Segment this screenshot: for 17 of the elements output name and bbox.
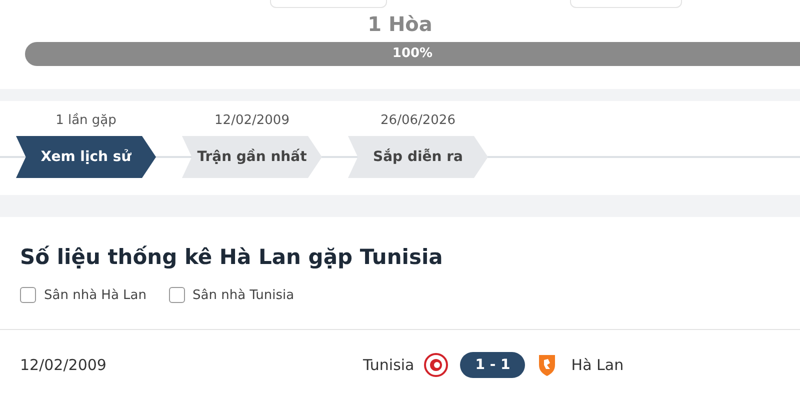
step-tab[interactable]: Sắp diễn ra <box>348 136 488 178</box>
step-caption: 1 lần gặp <box>56 113 116 128</box>
match-date: 12/02/2009 <box>20 356 108 374</box>
match-score: 1 - 1 <box>460 352 526 378</box>
step-caption: 26/06/2026 <box>380 113 456 128</box>
step-tab[interactable]: Trận gần nhất <box>182 136 322 178</box>
checkbox[interactable] <box>20 287 36 303</box>
checkbox[interactable] <box>168 287 184 303</box>
step-caption: 12/02/2009 <box>214 113 290 128</box>
section-title: Số liệu thống kê Hà Lan gặp Tunisia <box>20 245 444 269</box>
draws-count: 1 Hòa <box>368 12 432 36</box>
progress-label: 100% <box>392 46 433 61</box>
team-name: Tunisia <box>363 356 414 374</box>
checkbox-label: Sân nhà Tunisia <box>192 288 294 302</box>
step-tab[interactable]: Xem lịch sử <box>16 136 156 178</box>
team-name: Hà Lan <box>571 356 624 374</box>
checkbox-label: Sân nhà Hà Lan <box>44 288 146 302</box>
